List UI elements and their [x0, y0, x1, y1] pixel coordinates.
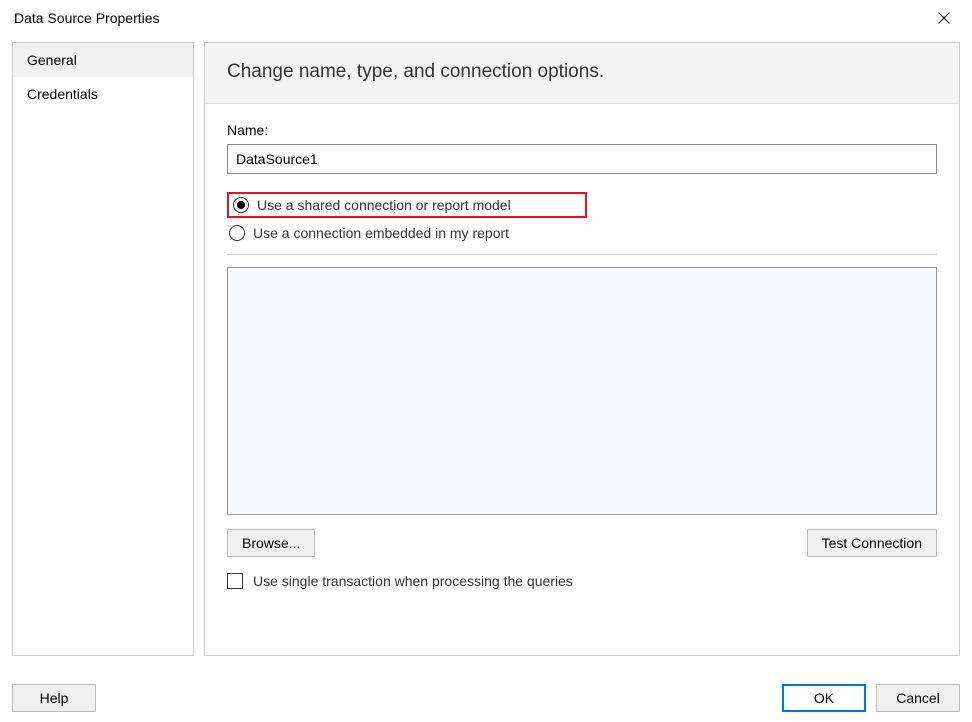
- close-icon: [938, 12, 950, 24]
- main-content: Name: Use a shared connection or report …: [205, 104, 959, 601]
- name-input[interactable]: [227, 144, 937, 174]
- connection-buttons: Browse... Test Connection: [227, 529, 937, 557]
- footer: Help OK Cancel: [12, 684, 960, 712]
- sidebar-item-credentials[interactable]: Credentials: [13, 77, 193, 111]
- body: General Credentials Change name, type, a…: [0, 36, 972, 661]
- connection-type-group: Use a shared connection or report model …: [227, 192, 937, 244]
- sidebar-item-label: General: [27, 52, 77, 68]
- divider: [227, 254, 937, 255]
- radio-label: Use a connection embedded in my report: [253, 225, 509, 241]
- main-heading: Change name, type, and connection option…: [205, 43, 959, 104]
- radio-label: Use a shared connection or report model: [257, 197, 511, 213]
- name-label: Name:: [227, 122, 937, 138]
- radio-shared-connection[interactable]: Use a shared connection or report model: [227, 192, 587, 218]
- connection-listbox[interactable]: [227, 267, 937, 515]
- close-button[interactable]: [922, 3, 966, 33]
- browse-button[interactable]: Browse...: [227, 529, 315, 557]
- cancel-button[interactable]: Cancel: [876, 684, 960, 712]
- main-panel: Change name, type, and connection option…: [204, 42, 960, 656]
- test-connection-button[interactable]: Test Connection: [807, 529, 937, 557]
- sidebar-item-general[interactable]: General: [13, 43, 193, 77]
- titlebar: Data Source Properties: [0, 0, 972, 36]
- radio-icon: [233, 197, 249, 213]
- radio-embedded-connection[interactable]: Use a connection embedded in my report: [227, 222, 937, 244]
- ok-button[interactable]: OK: [782, 684, 866, 712]
- checkbox-icon: [227, 573, 243, 589]
- help-button[interactable]: Help: [12, 684, 96, 712]
- single-transaction-row[interactable]: Use single transaction when processing t…: [227, 573, 937, 589]
- sidebar-item-label: Credentials: [27, 86, 98, 102]
- sidebar: General Credentials: [12, 42, 194, 656]
- footer-right: OK Cancel: [782, 684, 960, 712]
- radio-icon: [229, 225, 245, 241]
- window-title: Data Source Properties: [14, 10, 160, 26]
- checkbox-label: Use single transaction when processing t…: [253, 573, 573, 589]
